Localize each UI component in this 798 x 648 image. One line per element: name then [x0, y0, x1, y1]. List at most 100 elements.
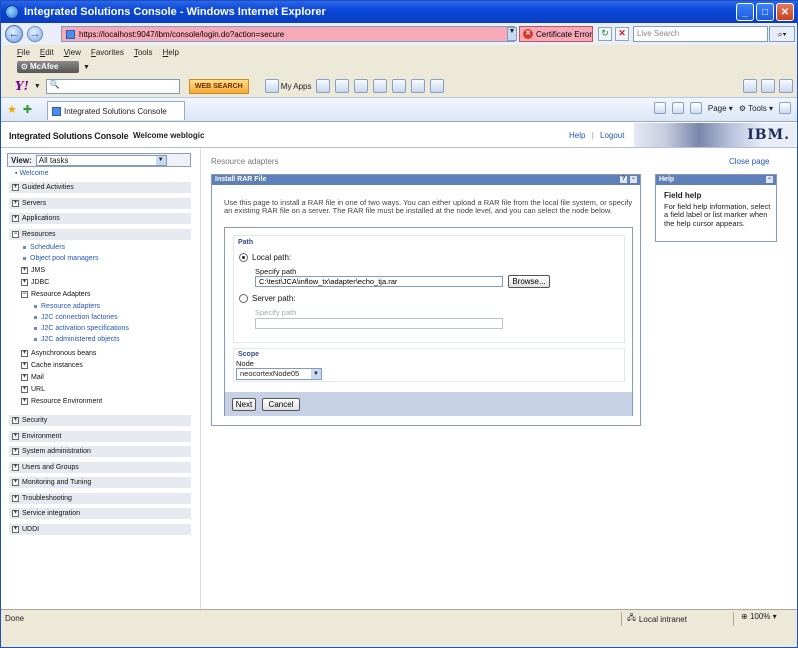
menu-file[interactable]: File — [17, 48, 30, 57]
menu-view[interactable]: View — [64, 48, 81, 57]
certificate-error-button[interactable]: ✕ Certificate Error — [519, 26, 593, 42]
nav-schedulers[interactable]: Schedulers — [23, 244, 65, 251]
mcafee-button[interactable]: ⊙ McAfee — [17, 61, 79, 73]
notepad-icon[interactable] — [430, 79, 445, 93]
browse-button[interactable]: Browse... — [508, 275, 550, 288]
minimize-panel-icon[interactable]: − — [630, 176, 637, 183]
nav-users-and-groups[interactable]: + Users and Groups — [9, 462, 191, 474]
address-bar[interactable]: https://localhost:9047/ibm/console/login… — [61, 26, 515, 42]
menu-favorites[interactable]: Favorites — [91, 48, 124, 57]
nav-jdbc[interactable]: + JDBC — [21, 279, 49, 286]
nav-servers[interactable]: + Servers — [9, 198, 191, 210]
maximize-button[interactable]: □ — [756, 3, 774, 21]
nav-guided-activities[interactable]: + Guided Activities — [9, 182, 191, 194]
nav-asynchronous-beans[interactable]: + Asynchronous beans — [21, 350, 96, 357]
address-dropdown-icon[interactable]: ▼ — [507, 27, 517, 41]
help-icon[interactable] — [779, 102, 791, 114]
nav-mail[interactable]: + Mail — [21, 374, 44, 381]
expand-icon: + — [21, 362, 28, 369]
ie-icon — [5, 5, 19, 19]
minimize-help-icon[interactable]: − — [766, 176, 773, 183]
nav-jms[interactable]: + JMS — [21, 267, 45, 274]
mcafee-dropdown-icon[interactable]: ▼ — [83, 64, 90, 71]
server-path-input[interactable] — [255, 318, 503, 329]
expand-icon: + — [21, 279, 28, 286]
nav-applications[interactable]: + Applications — [9, 213, 191, 225]
logout-link[interactable]: Logout — [600, 131, 624, 140]
nav-uddi[interactable]: + UDDI — [9, 524, 191, 536]
zoom-level[interactable]: ⊕ 100% ▾ — [741, 612, 777, 621]
live-search-input[interactable]: Live Search — [633, 26, 768, 42]
nav-monitoring-and-tuning[interactable]: + Monitoring and Tuning — [9, 477, 191, 489]
nav-url[interactable]: + URL — [21, 386, 45, 393]
help-link[interactable]: Help — [569, 131, 585, 140]
nav-system-administration[interactable]: + System administration — [9, 446, 191, 458]
games-icon[interactable] — [335, 79, 350, 93]
window-title: Integrated Solutions Console - Windows I… — [24, 6, 326, 18]
local-path-radio[interactable] — [239, 253, 248, 262]
finance-icon[interactable] — [354, 79, 369, 93]
cancel-button[interactable]: Cancel — [262, 398, 300, 411]
settings-gear-icon[interactable] — [779, 79, 793, 93]
mail-icon[interactable] — [316, 79, 331, 93]
answers-icon[interactable] — [411, 79, 426, 93]
nav-cache-instances[interactable]: + Cache instances — [21, 362, 83, 369]
web-search-button[interactable]: WEB SEARCH — [188, 78, 249, 94]
nav-j2c-connection-factories[interactable]: J2C connection factories — [34, 314, 118, 321]
yahoo-logo-icon[interactable]: Y! — [15, 79, 29, 93]
menu-edit[interactable]: Edit — [40, 48, 54, 57]
forward-button[interactable]: → — [27, 26, 43, 42]
tools-menu[interactable]: ⚙ Tools ▾ — [739, 104, 773, 113]
welcome-link[interactable]: ▪ Welcome — [15, 170, 48, 177]
question-icon[interactable]: ? — [620, 176, 627, 183]
scroll-left-icon[interactable] — [761, 79, 775, 93]
nav-security[interactable]: + Security — [9, 415, 191, 427]
refresh-icon[interactable]: ↻ — [598, 27, 612, 41]
nav-j2c-administered-objects[interactable]: J2C administered objects — [34, 336, 120, 343]
nav-j2c-activation-specs[interactable]: J2C activation specifications — [34, 325, 129, 332]
local-path-input[interactable]: C:\test\JCA\inflow_tx\adapter\echo_tja.r… — [255, 276, 503, 287]
node-select[interactable]: neocortexNode05 ▼ — [236, 368, 322, 380]
close-window-button[interactable]: ✕ — [776, 3, 794, 21]
stop-icon[interactable]: ✕ — [615, 27, 629, 41]
menu-help[interactable]: Help — [163, 48, 179, 57]
photos-icon[interactable] — [392, 79, 407, 93]
nav-object-pool-managers[interactable]: Object pool managers — [23, 255, 98, 262]
tab-console[interactable]: Integrated Solutions Console — [47, 101, 185, 120]
status-divider — [621, 612, 622, 626]
server-specify-path-label: Specify path — [255, 308, 297, 317]
my-apps-button[interactable]: My Apps — [264, 79, 311, 93]
expand-icon: + — [12, 464, 19, 471]
security-zone[interactable]: 🖧 Local intranet — [627, 612, 687, 626]
yahoo-search-input[interactable]: 🔍 — [45, 78, 180, 94]
local-path-label[interactable]: Local path: — [252, 253, 291, 262]
view-select[interactable]: All tasks ▼ — [35, 154, 167, 166]
search-icon[interactable]: ⌕▾ — [769, 26, 795, 42]
nav-resources[interactable]: − Resources — [9, 229, 191, 241]
home-icon[interactable] — [653, 102, 666, 114]
nav-resource-adapters-group[interactable]: − Resource Adapters — [21, 291, 91, 298]
nav-resource-adapters[interactable]: Resource adapters — [34, 303, 100, 310]
print-icon[interactable] — [689, 102, 702, 114]
favorites-star-icon[interactable]: ★ — [7, 103, 17, 116]
view-label: View: — [11, 155, 32, 165]
minimize-button[interactable]: _ — [736, 3, 754, 21]
back-button[interactable]: ← — [5, 25, 23, 43]
server-path-label[interactable]: Server path: — [252, 294, 296, 303]
feeds-icon[interactable] — [671, 102, 684, 114]
flickr-icon[interactable] — [373, 79, 388, 93]
status-bar: Done 🖧 Local intranet ⊕ 100% ▾ — [1, 609, 797, 627]
menu-tools[interactable]: Tools — [134, 48, 153, 57]
nav-resource-environment[interactable]: + Resource Environment — [21, 398, 102, 405]
server-path-radio[interactable] — [239, 294, 248, 303]
nav-service-integration[interactable]: + Service integration — [9, 508, 191, 520]
close-page-link[interactable]: Close page — [729, 157, 769, 166]
breadcrumb[interactable]: Resource adapters — [211, 157, 279, 166]
add-favorites-icon[interactable]: ✚ — [23, 103, 32, 116]
yahoo-dropdown-icon[interactable]: ▼ — [34, 83, 41, 90]
add-button-icon[interactable] — [743, 79, 757, 93]
nav-environment[interactable]: + Environment — [9, 431, 191, 443]
page-menu[interactable]: Page ▾ — [708, 104, 733, 113]
next-button[interactable]: Next — [232, 398, 256, 411]
nav-troubleshooting[interactable]: + Troubleshooting — [9, 493, 191, 505]
